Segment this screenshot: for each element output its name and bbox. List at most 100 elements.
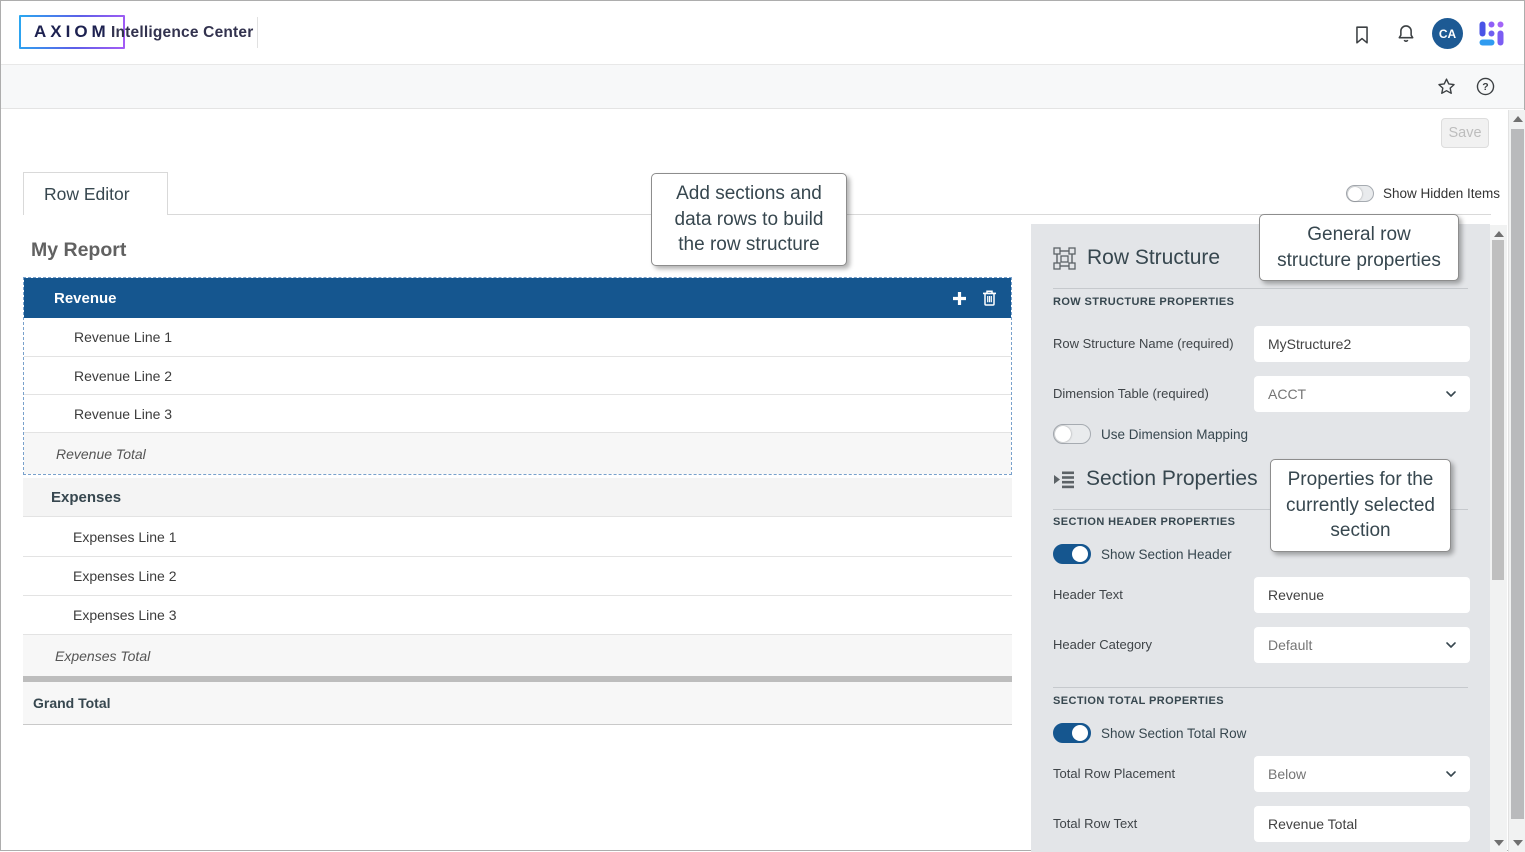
total-row-placement-select[interactable]: Below [1254, 756, 1470, 792]
chevron-down-icon [1443, 637, 1459, 653]
row-section-header-revenue[interactable]: Revenue [24, 278, 1011, 318]
row-label: Revenue Line 1 [74, 329, 172, 345]
callout-general-properties: General row structure properties [1259, 214, 1459, 281]
row-label: Revenue Line 3 [74, 406, 172, 422]
use-dimension-mapping-row: Use Dimension Mapping [1053, 424, 1248, 444]
row-structure-list: Revenue Revenue Line 1 Revenue Line 2 Re… [23, 277, 1012, 725]
row-data[interactable]: Revenue Line 2 [24, 356, 1011, 394]
toggle-knob [1072, 546, 1088, 562]
row-data[interactable]: Expenses Line 2 [23, 556, 1012, 595]
section-properties-heading: Section Properties [1053, 467, 1258, 491]
total-row-text-label: Total Row Text [1053, 806, 1248, 842]
callout-text: General row structure properties [1259, 214, 1459, 281]
scrollbar-thumb[interactable] [1511, 129, 1524, 819]
save-button[interactable]: Save [1441, 118, 1489, 148]
show-section-total-label: Show Section Total Row [1101, 726, 1246, 741]
chevron-down-icon [1443, 766, 1459, 782]
row-label: Expenses Line 2 [73, 568, 177, 584]
row-section-header-expenses[interactable]: Expenses [23, 478, 1012, 517]
callout-text: Properties for the currently selected se… [1270, 459, 1451, 552]
tab-row-editor[interactable]: Row Editor [23, 172, 168, 215]
total-row-text-input[interactable] [1254, 806, 1470, 842]
panel-divider [1053, 288, 1468, 289]
section-properties-icon [1053, 470, 1075, 489]
axiom-logo-text: AXIOM [21, 17, 123, 47]
section-header-group-caption: SECTION HEADER PROPERTIES [1053, 516, 1235, 528]
show-section-header-row: Show Section Header [1053, 544, 1232, 564]
header-divider [257, 17, 258, 48]
row-label: Expenses Line 1 [73, 529, 177, 545]
panel-divider [1053, 687, 1468, 688]
show-section-total-toggle[interactable] [1053, 723, 1091, 743]
row-data[interactable]: Expenses Line 1 [23, 517, 1012, 556]
show-section-total-row: Show Section Total Row [1053, 723, 1246, 743]
row-structure-group-caption: ROW STRUCTURE PROPERTIES [1053, 296, 1234, 308]
row-section-total[interactable]: Revenue Total [24, 432, 1011, 474]
row-label: Grand Total [33, 695, 111, 711]
show-section-header-toggle[interactable] [1053, 544, 1091, 564]
header-text-input[interactable] [1254, 577, 1470, 613]
header-category-select[interactable]: Default [1254, 627, 1470, 663]
axiom-logo[interactable]: AXIOM [19, 15, 125, 49]
use-dimension-mapping-toggle[interactable] [1053, 424, 1091, 444]
report-title: My Report [31, 239, 126, 262]
chevron-down-icon [1443, 386, 1459, 402]
row-structure-heading: Row Structure [1053, 246, 1220, 270]
add-row-icon[interactable] [952, 291, 967, 306]
total-row-placement-label: Total Row Placement [1053, 756, 1248, 792]
tab-row-editor-label: Row Editor [44, 184, 130, 205]
help-icon[interactable]: ? [1475, 76, 1496, 97]
header-category-label: Header Category [1053, 627, 1248, 663]
row-structure-title: Row Structure [1087, 246, 1220, 270]
scroll-down-arrow[interactable] [1494, 840, 1504, 846]
toggle-knob [1072, 725, 1088, 741]
scroll-down-arrow[interactable] [1513, 840, 1523, 846]
row-label: Expenses Line 3 [73, 607, 177, 623]
svg-text:?: ? [1482, 81, 1488, 93]
delete-section-icon[interactable] [982, 290, 997, 306]
use-dimension-mapping-label: Use Dimension Mapping [1101, 427, 1248, 442]
dimension-table-label: Dimension Table (required) [1053, 376, 1248, 412]
row-structure-name-label: Row Structure Name (required) [1053, 326, 1248, 362]
section-revenue-selected: Revenue Revenue Line 1 Revenue Line 2 Re… [23, 277, 1012, 475]
row-label: Revenue Total [56, 446, 146, 462]
scrollbar-thumb[interactable] [1492, 240, 1504, 580]
section-total-group-caption: SECTION TOTAL PROPERTIES [1053, 695, 1224, 707]
row-structure-name-input[interactable] [1254, 326, 1470, 362]
row-label: Expenses [51, 489, 121, 506]
scroll-up-arrow[interactable] [1494, 231, 1504, 237]
page-toolbar: ? [1, 65, 1524, 109]
header-text-label: Header Text [1053, 577, 1248, 613]
panel-scrollbar[interactable] [1490, 225, 1507, 852]
bookmark-icon[interactable] [1351, 24, 1373, 46]
show-hidden-items-toggle[interactable] [1346, 185, 1374, 202]
page-scrollbar[interactable] [1508, 110, 1525, 852]
scroll-up-arrow[interactable] [1513, 116, 1523, 122]
row-structure-icon [1053, 247, 1076, 270]
user-avatar[interactable]: CA [1432, 18, 1463, 49]
notifications-bell-icon[interactable] [1395, 23, 1417, 45]
total-row-placement-value: Below [1268, 766, 1306, 782]
dimension-table-value: ACCT [1268, 386, 1306, 402]
dimension-table-select[interactable]: ACCT [1254, 376, 1470, 412]
favorite-star-icon[interactable] [1436, 76, 1457, 97]
apps-grid-icon[interactable] [1478, 20, 1505, 47]
row-grand-total[interactable]: Grand Total [23, 682, 1012, 725]
product-name: Intelligence Center [111, 24, 253, 42]
row-label: Revenue Line 2 [74, 368, 172, 384]
row-data[interactable]: Expenses Line 3 [23, 595, 1012, 634]
row-data[interactable]: Revenue Line 1 [24, 318, 1011, 356]
show-hidden-items-control: Show Hidden Items [1346, 185, 1500, 202]
row-section-total[interactable]: Expenses Total [23, 634, 1012, 676]
callout-section-properties: Properties for the currently selected se… [1270, 459, 1451, 552]
callout-text: Add sections and data rows to build the … [651, 173, 847, 266]
row-data[interactable]: Revenue Line 3 [24, 394, 1011, 432]
show-section-header-label: Show Section Header [1101, 547, 1232, 562]
section-properties-title: Section Properties [1086, 467, 1258, 491]
header-category-value: Default [1268, 637, 1312, 653]
callout-add-sections: Add sections and data rows to build the … [651, 173, 847, 266]
row-actions [952, 278, 997, 318]
show-hidden-items-label: Show Hidden Items [1383, 186, 1500, 201]
row-label: Expenses Total [55, 648, 150, 664]
toggle-knob [1348, 187, 1362, 201]
